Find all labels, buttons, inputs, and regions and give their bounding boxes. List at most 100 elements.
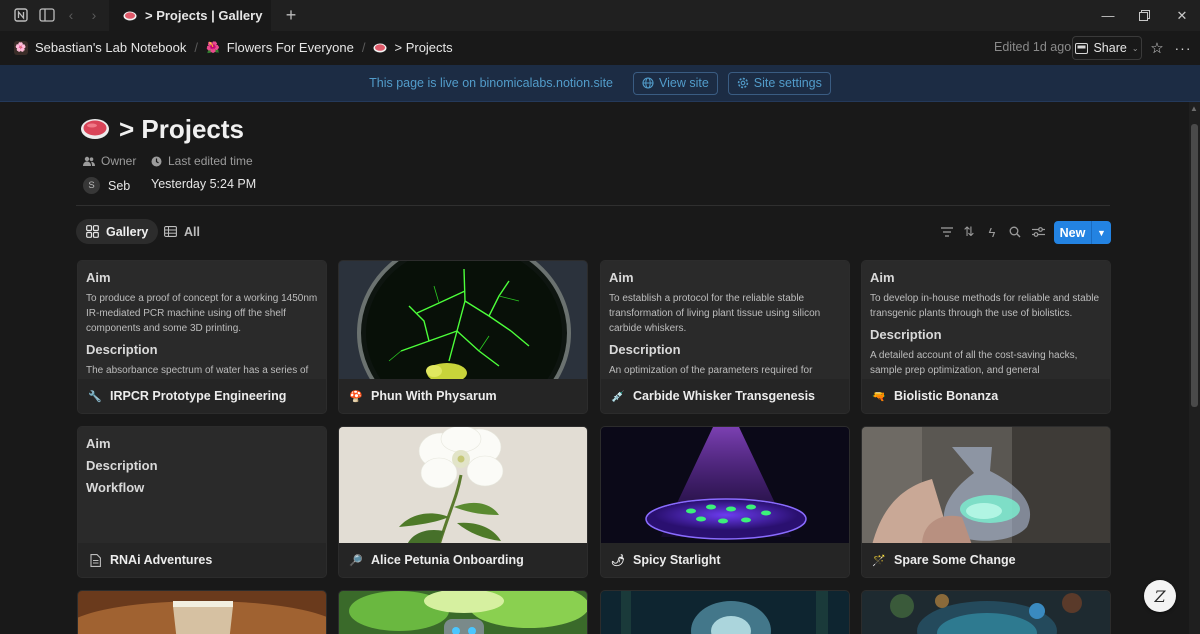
card-title: Carbide Whisker Transgenesis — [633, 389, 816, 403]
card-title: IRPCR Prototype Engineering — [110, 389, 287, 403]
avatar: S — [83, 177, 100, 194]
clock-icon — [151, 156, 162, 166]
gallery-card[interactable] — [77, 590, 327, 634]
breadcrumb-label: > Projects — [394, 40, 453, 55]
preview-heading: Aim — [86, 270, 111, 285]
tab-all-label: All — [184, 224, 200, 239]
last-edited-value: Yesterday 5:24 PM — [151, 177, 257, 191]
gallery-card[interactable]: Aim To establish a protocol for the reli… — [600, 260, 850, 414]
breadcrumb-workspace[interactable]: 🌸 Sebastian's Lab Notebook — [8, 36, 192, 60]
petri-dish-icon — [373, 43, 387, 52]
owner-value[interactable]: S Seb — [83, 177, 130, 194]
tab-all[interactable]: All — [154, 219, 210, 244]
card-text-preview: Aim To produce a proof of concept for a … — [78, 261, 326, 381]
sort-icon[interactable]: ⇅ — [960, 223, 978, 241]
card-title: Phun With Physarum — [371, 389, 497, 403]
help-icon: Z — [1154, 586, 1166, 606]
gallery-card[interactable]: 🍄 Phun With Physarum — [338, 260, 588, 414]
preview-paragraph: The absorbance spectrum of water has a s… — [86, 365, 309, 376]
gallery-card[interactable]: 🌶 Spicy Starlight — [600, 426, 850, 578]
search-icon[interactable] — [1006, 223, 1024, 241]
lemonade-pitcher-image — [78, 591, 326, 634]
share-button[interactable]: Share ⌄ — [1072, 36, 1142, 60]
gallery-card[interactable]: Aim Description Workflow RNAi Adventures — [77, 426, 327, 578]
tab-projects-gallery[interactable]: > Projects | Gallery — [109, 0, 271, 31]
card-text-preview: Aim Description Workflow — [78, 427, 326, 545]
preview-heading: Description — [609, 342, 681, 357]
close-window-icon[interactable]: ✕ — [1159, 0, 1200, 31]
gallery-card[interactable] — [600, 590, 850, 634]
owner-property-label[interactable]: Owner — [83, 154, 136, 168]
last-edited-property-label[interactable]: Last edited time — [151, 154, 253, 168]
new-tab-icon[interactable]: + — [281, 5, 301, 25]
gallery-card[interactable]: Aim To develop in-house methods for reli… — [861, 260, 1111, 414]
forward-arrow-icon[interactable]: › — [84, 5, 104, 25]
glowing-seedlings-image — [601, 427, 849, 545]
card-title: Biolistic Bonanza — [894, 389, 999, 403]
document-icon — [88, 553, 102, 567]
favorite-star-icon[interactable]: ☆ — [1147, 38, 1167, 58]
page-title[interactable]: > Projects — [119, 114, 244, 145]
notion-logo-icon[interactable] — [11, 5, 31, 25]
share-icon — [1075, 42, 1089, 54]
window-title-bar: ‹ › > Projects | Gallery + — ✕ — [0, 0, 1200, 31]
card-title-row: 🔎 Alice Petunia Onboarding — [339, 543, 587, 577]
owner-name: Seb — [108, 178, 131, 193]
chevron-down-icon: ⌄ — [1131, 43, 1139, 53]
scrollbar-thumb[interactable] — [1191, 124, 1198, 407]
preview-heading: Description — [86, 342, 158, 357]
share-label: Share — [1093, 41, 1127, 55]
site-settings-label: Site settings — [753, 76, 822, 90]
card-title-row: 💉 Carbide Whisker Transgenesis — [601, 379, 849, 413]
automation-bolt-icon[interactable]: ϟ — [983, 223, 1001, 241]
view-site-button[interactable]: View site — [633, 71, 718, 95]
flower-icon: 🌺 — [206, 42, 220, 54]
breadcrumb-label: Flowers For Everyone — [226, 40, 354, 55]
tab-title: > Projects | Gallery — [145, 8, 263, 23]
wrench-icon: 🔧 — [88, 390, 102, 403]
filter-icon[interactable] — [938, 223, 956, 241]
last-edited-label: Last edited time — [168, 154, 253, 168]
breadcrumb-label: Sebastian's Lab Notebook — [35, 40, 187, 55]
gallery-grid-icon — [86, 225, 99, 238]
preview-heading: Description — [870, 327, 942, 342]
card-title: Spicy Starlight — [633, 553, 721, 567]
banner-text: This page is live on binomicalabs.notion… — [369, 76, 613, 90]
breadcrumb-separator: / — [194, 40, 198, 55]
view-settings-icon[interactable] — [1029, 223, 1047, 241]
gallery-card[interactable]: Aim To produce a proof of concept for a … — [77, 260, 327, 414]
preview-paragraph: An optimization of the parameters requir… — [609, 365, 813, 376]
breadcrumb-projects[interactable]: > Projects — [367, 36, 458, 60]
mushroom-icon: 🍄 — [349, 390, 363, 403]
site-settings-button[interactable]: Site settings — [727, 71, 831, 95]
gallery-card[interactable] — [338, 590, 588, 634]
card-title-row: 🌶 Spicy Starlight — [601, 543, 849, 577]
enchanted-forest-image — [601, 591, 849, 634]
preview-heading: Description — [86, 458, 158, 473]
back-arrow-icon[interactable]: ‹ — [61, 5, 81, 25]
gallery-card[interactable]: 🪄 Spare Some Change — [861, 426, 1111, 578]
people-icon — [83, 156, 95, 166]
tab-gallery[interactable]: Gallery — [76, 219, 159, 244]
breadcrumb-flowers[interactable]: 🌺 Flowers For Everyone — [200, 36, 360, 60]
card-title-row: 🔫 Biolistic Bonanza — [862, 379, 1110, 413]
preview-heading: Aim — [870, 270, 895, 285]
card-text-preview: Aim To establish a protocol for the reli… — [601, 261, 849, 381]
gallery-card[interactable]: 🔎 Alice Petunia Onboarding — [338, 426, 588, 578]
preview-heading: Aim — [609, 270, 634, 285]
scroll-up-arrow-icon[interactable]: ▲ — [1190, 104, 1198, 113]
chili-pepper-icon: 🌶 — [611, 554, 625, 567]
table-icon — [164, 226, 177, 237]
chevron-down-icon[interactable]: ▼ — [1091, 221, 1111, 244]
card-title: Alice Petunia Onboarding — [371, 553, 524, 567]
magic-wand-icon: 🪄 — [872, 554, 886, 567]
new-button[interactable]: New ▼ — [1054, 221, 1111, 244]
gallery-card[interactable] — [861, 590, 1111, 634]
help-assistant-button[interactable]: Z — [1144, 580, 1176, 612]
more-options-icon[interactable]: ··· — [1173, 38, 1193, 58]
gear-icon — [737, 77, 748, 89]
sidebar-toggle-icon[interactable] — [37, 5, 57, 25]
preview-paragraph: To produce a proof of concept for a work… — [86, 293, 318, 334]
card-title-row: 🍄 Phun With Physarum — [339, 379, 587, 413]
breadcrumb-separator: / — [361, 40, 366, 55]
